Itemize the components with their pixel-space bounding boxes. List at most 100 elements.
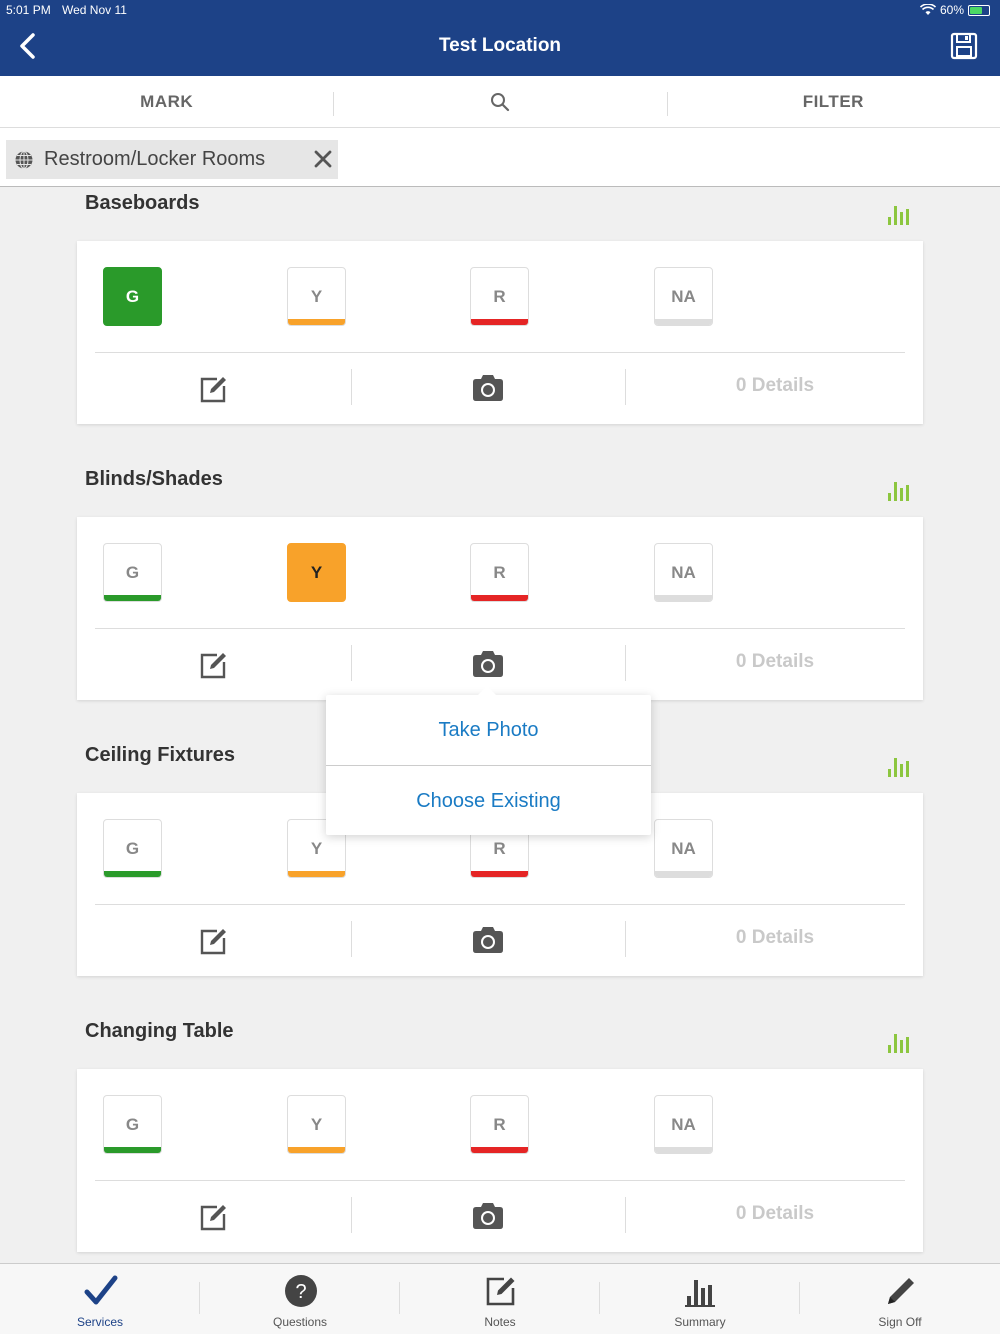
tab-summary[interactable]: Summary xyxy=(600,1264,800,1334)
divider xyxy=(351,645,352,681)
rating-g-button[interactable]: G xyxy=(103,543,162,602)
nav-header: 5:01 PM Wed Nov 11 60% Test Location xyxy=(0,0,1000,76)
pencil-icon xyxy=(888,1278,914,1304)
inspection-card: G Y R NA 0 Details xyxy=(77,241,923,424)
save-icon[interactable] xyxy=(950,32,978,60)
question-icon: ? xyxy=(285,1275,317,1307)
rating-label: Y xyxy=(310,838,323,858)
take-photo-button[interactable]: Take Photo xyxy=(326,695,651,765)
rating-r-button[interactable]: R xyxy=(470,267,529,326)
globe-icon xyxy=(15,150,33,169)
page-title: Test Location xyxy=(438,35,562,56)
tab-bar: Services ? Questions Notes Summary Sign … xyxy=(0,1263,1000,1334)
details-link[interactable]: 0 Details xyxy=(697,927,853,949)
status-indicators: 60% xyxy=(919,3,990,17)
divider xyxy=(625,1197,626,1233)
camera-icon[interactable] xyxy=(471,374,505,402)
rating-r-button[interactable]: R xyxy=(470,543,529,602)
edit-icon[interactable] xyxy=(199,650,229,680)
edit-icon[interactable] xyxy=(199,926,229,956)
divider xyxy=(625,921,626,957)
rating-g-button[interactable]: G xyxy=(103,267,162,326)
status-time: 5:01 PM xyxy=(6,3,51,17)
divider xyxy=(95,352,905,353)
rating-label: G xyxy=(125,838,140,858)
status-date: Wed Nov 11 xyxy=(62,3,127,17)
divider xyxy=(95,628,905,629)
choose-existing-button[interactable]: Choose Existing xyxy=(326,766,651,836)
search-icon xyxy=(490,92,510,111)
svg-text:?: ? xyxy=(295,1281,306,1303)
details-link[interactable]: 0 Details xyxy=(697,651,853,673)
divider xyxy=(95,1180,905,1181)
edit-icon[interactable] xyxy=(199,374,229,404)
divider xyxy=(351,921,352,957)
camera-icon[interactable] xyxy=(471,1202,505,1230)
inspection-card: G Y R NA 0 Details xyxy=(77,517,923,700)
rating-label: G xyxy=(125,286,140,306)
rating-na-button[interactable]: NA xyxy=(654,1095,713,1154)
rating-label: R xyxy=(493,1114,506,1134)
rating-label: G xyxy=(125,562,140,582)
rating-r-button[interactable]: R xyxy=(470,1095,529,1154)
rating-na-button[interactable]: NA xyxy=(654,267,713,326)
rating-g-button[interactable]: G xyxy=(103,819,162,878)
filter-chip[interactable]: Restroom/Locker Rooms xyxy=(6,140,338,179)
tab-services[interactable]: Services xyxy=(0,1264,200,1334)
camera-icon[interactable] xyxy=(471,926,505,954)
edit-icon[interactable] xyxy=(199,1202,229,1232)
divider xyxy=(351,369,352,405)
section-title: Blinds/Shades xyxy=(85,468,223,490)
filter-button[interactable]: FILTER xyxy=(666,76,1000,127)
details-link[interactable]: 0 Details xyxy=(697,375,853,397)
wifi-icon xyxy=(919,4,936,15)
inspection-card: G Y R NA 0 Details xyxy=(77,1069,923,1252)
rating-label: Y xyxy=(310,286,323,306)
tab-label: Notes xyxy=(484,1315,516,1329)
filter-chip-label: Restroom/Locker Rooms xyxy=(44,148,266,170)
chart-icon[interactable] xyxy=(887,479,914,501)
rating-g-button[interactable]: G xyxy=(103,1095,162,1154)
close-icon[interactable] xyxy=(314,150,332,168)
rating-y-button[interactable]: Y xyxy=(287,543,346,602)
filter-row: Restroom/Locker Rooms xyxy=(0,128,1000,187)
tab-label: Summary xyxy=(674,1315,726,1329)
rating-label: NA xyxy=(671,1114,696,1134)
bar-chart-icon xyxy=(685,1280,715,1307)
rating-label: R xyxy=(493,838,506,858)
battery-percent: 60% xyxy=(939,3,964,17)
notes-icon xyxy=(486,1277,515,1306)
tab-questions[interactable]: ? Questions xyxy=(200,1264,400,1334)
checkmark-icon xyxy=(84,1275,118,1305)
photo-popover: Take Photo Choose Existing xyxy=(326,686,651,836)
tab-sign-off[interactable]: Sign Off xyxy=(800,1264,1000,1334)
rating-na-button[interactable]: NA xyxy=(654,543,713,602)
rating-label: R xyxy=(493,562,506,582)
chart-icon[interactable] xyxy=(887,755,914,777)
mark-button[interactable]: MARK xyxy=(0,76,333,127)
tab-label: Questions xyxy=(272,1315,328,1329)
search-button[interactable] xyxy=(333,76,666,127)
divider xyxy=(351,1197,352,1233)
rating-label: R xyxy=(493,286,506,306)
tab-notes[interactable]: Notes xyxy=(400,1264,600,1334)
rating-label: Y xyxy=(310,562,323,582)
rating-y-button[interactable]: Y xyxy=(287,1095,346,1154)
battery-icon xyxy=(968,4,990,16)
divider xyxy=(625,369,626,405)
chart-icon[interactable] xyxy=(887,1031,914,1053)
rating-label: NA xyxy=(671,838,696,858)
chart-icon[interactable] xyxy=(887,203,914,225)
divider xyxy=(625,645,626,681)
rating-y-button[interactable]: Y xyxy=(287,267,346,326)
section-title: Ceiling Fixtures xyxy=(85,744,236,766)
divider xyxy=(95,904,905,905)
action-toolbar: MARK FILTER xyxy=(0,76,1000,128)
rating-label: NA xyxy=(671,286,696,306)
rating-na-button[interactable]: NA xyxy=(654,819,713,878)
camera-icon[interactable] xyxy=(471,650,505,678)
tab-label: Services xyxy=(76,1315,123,1329)
tab-label: Sign Off xyxy=(878,1315,922,1329)
details-link[interactable]: 0 Details xyxy=(697,1203,853,1225)
rating-label: G xyxy=(125,1114,140,1134)
